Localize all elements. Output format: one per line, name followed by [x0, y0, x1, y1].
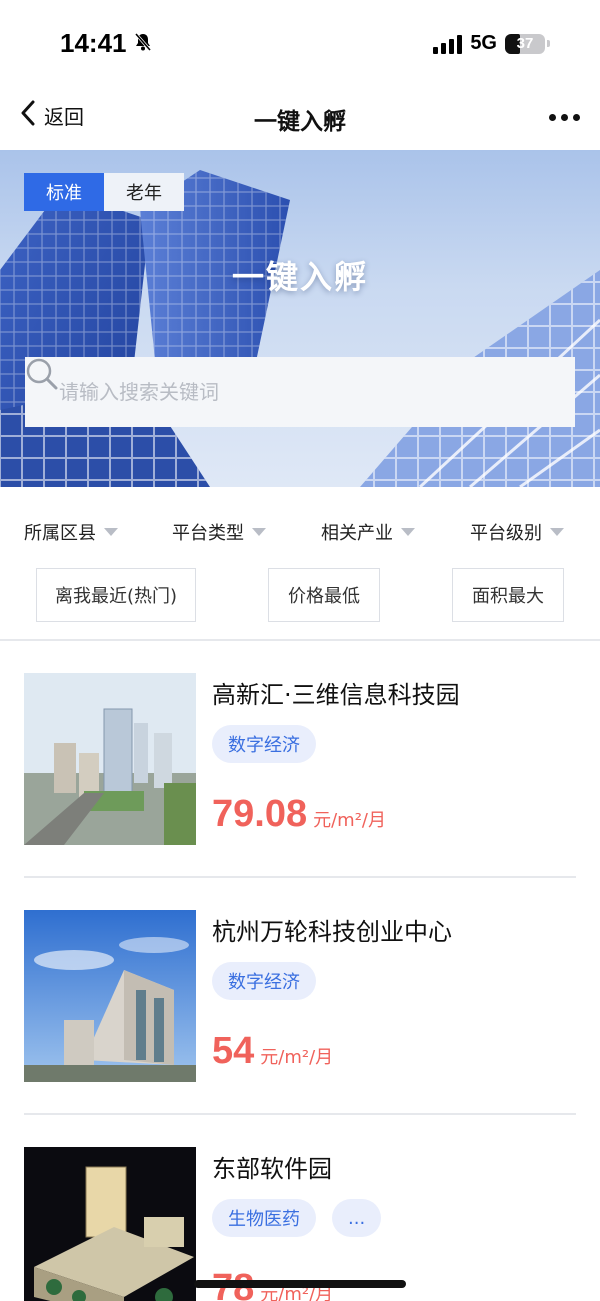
listing-photo	[24, 910, 196, 1082]
status-indicators: 5G 37	[433, 32, 550, 55]
more-tags-tag: ...	[332, 1199, 382, 1237]
battery-cap	[547, 40, 550, 47]
search-box[interactable]	[25, 357, 575, 427]
hero-title: 一键入孵	[231, 258, 368, 296]
sort-largest-area-button[interactable]: 面积最大	[452, 568, 564, 622]
industry-tag: 数字经济	[212, 725, 316, 763]
filter-label: 平台级别	[470, 523, 542, 544]
filter-platform-type[interactable]: 平台类型	[172, 519, 266, 545]
filter-label: 相关产业	[321, 523, 393, 544]
listing-tags: 数字经济	[212, 725, 316, 763]
sort-lowest-price-button[interactable]: 价格最低	[268, 568, 380, 622]
listing-item[interactable]: 杭州万轮科技创业中心 数字经济 54 元/m²/月	[24, 910, 576, 1082]
battery-level: 37	[516, 35, 534, 52]
network-type: 5G	[470, 32, 497, 54]
divider	[24, 876, 576, 878]
price-value: 79.08	[212, 793, 308, 835]
listing-photo	[24, 1147, 196, 1301]
listing-tags: 生物医药 ...	[212, 1199, 382, 1237]
caret-down-icon	[401, 528, 415, 536]
status-time-group: 14:41	[60, 28, 153, 59]
listing-name: 高新汇·三维信息科技园	[212, 681, 460, 709]
listing-name: 杭州万轮科技创业中心	[212, 918, 452, 946]
filter-industry[interactable]: 相关产业	[321, 519, 415, 545]
mode-standard-button[interactable]: 标准	[24, 173, 104, 211]
battery-icon: 37	[505, 33, 545, 54]
filter-label: 所属区县	[24, 523, 96, 544]
filter-row: 所属区县 平台类型 相关产业 平台级别	[0, 515, 600, 551]
industry-tag: 数字经济	[212, 962, 316, 1000]
caret-down-icon	[104, 528, 118, 536]
listing-price: 79.08 元/m²/月	[212, 793, 386, 836]
caret-down-icon	[252, 528, 266, 536]
industry-tag: 生物医药	[212, 1199, 316, 1237]
mode-elderly-button[interactable]: 老年	[104, 173, 184, 211]
nav-bar: 返回 一键入孵	[0, 90, 600, 146]
listing-item[interactable]: 东部软件园 生物医药 ... 78 元/m²/月	[24, 1147, 576, 1301]
mode-toggle: 标准 老年	[24, 173, 184, 211]
home-indicator[interactable]	[194, 1280, 406, 1288]
price-unit: 元/m²/月	[313, 810, 386, 831]
listing-name: 东部软件园	[212, 1155, 332, 1183]
hero-banner: 标准 老年 一键入孵	[0, 150, 600, 487]
page-title: 一键入孵	[254, 109, 346, 135]
listing-tags: 数字经济	[212, 962, 316, 1000]
signal-icon	[433, 34, 463, 54]
listing-price: 54 元/m²/月	[212, 1030, 333, 1073]
filter-district[interactable]: 所属区县	[24, 519, 118, 545]
more-icon[interactable]	[549, 114, 580, 121]
filter-label: 平台类型	[172, 523, 244, 544]
price-value: 54	[212, 1030, 255, 1072]
divider	[0, 639, 600, 641]
listing-photo	[24, 673, 196, 845]
price-unit: 元/m²/月	[260, 1047, 334, 1068]
listing-item[interactable]: 高新汇·三维信息科技园 数字经济 79.08 元/m²/月	[24, 673, 576, 845]
search-input[interactable]	[59, 380, 479, 404]
sort-nearest-button[interactable]: 离我最近(热门)	[36, 568, 196, 622]
mute-bell-icon	[133, 28, 153, 59]
status-time: 14:41	[60, 28, 127, 58]
status-bar: 14:41 5G 37	[0, 0, 600, 90]
caret-down-icon	[550, 528, 564, 536]
filter-platform-level[interactable]: 平台级别	[470, 519, 564, 545]
divider	[24, 1113, 576, 1115]
